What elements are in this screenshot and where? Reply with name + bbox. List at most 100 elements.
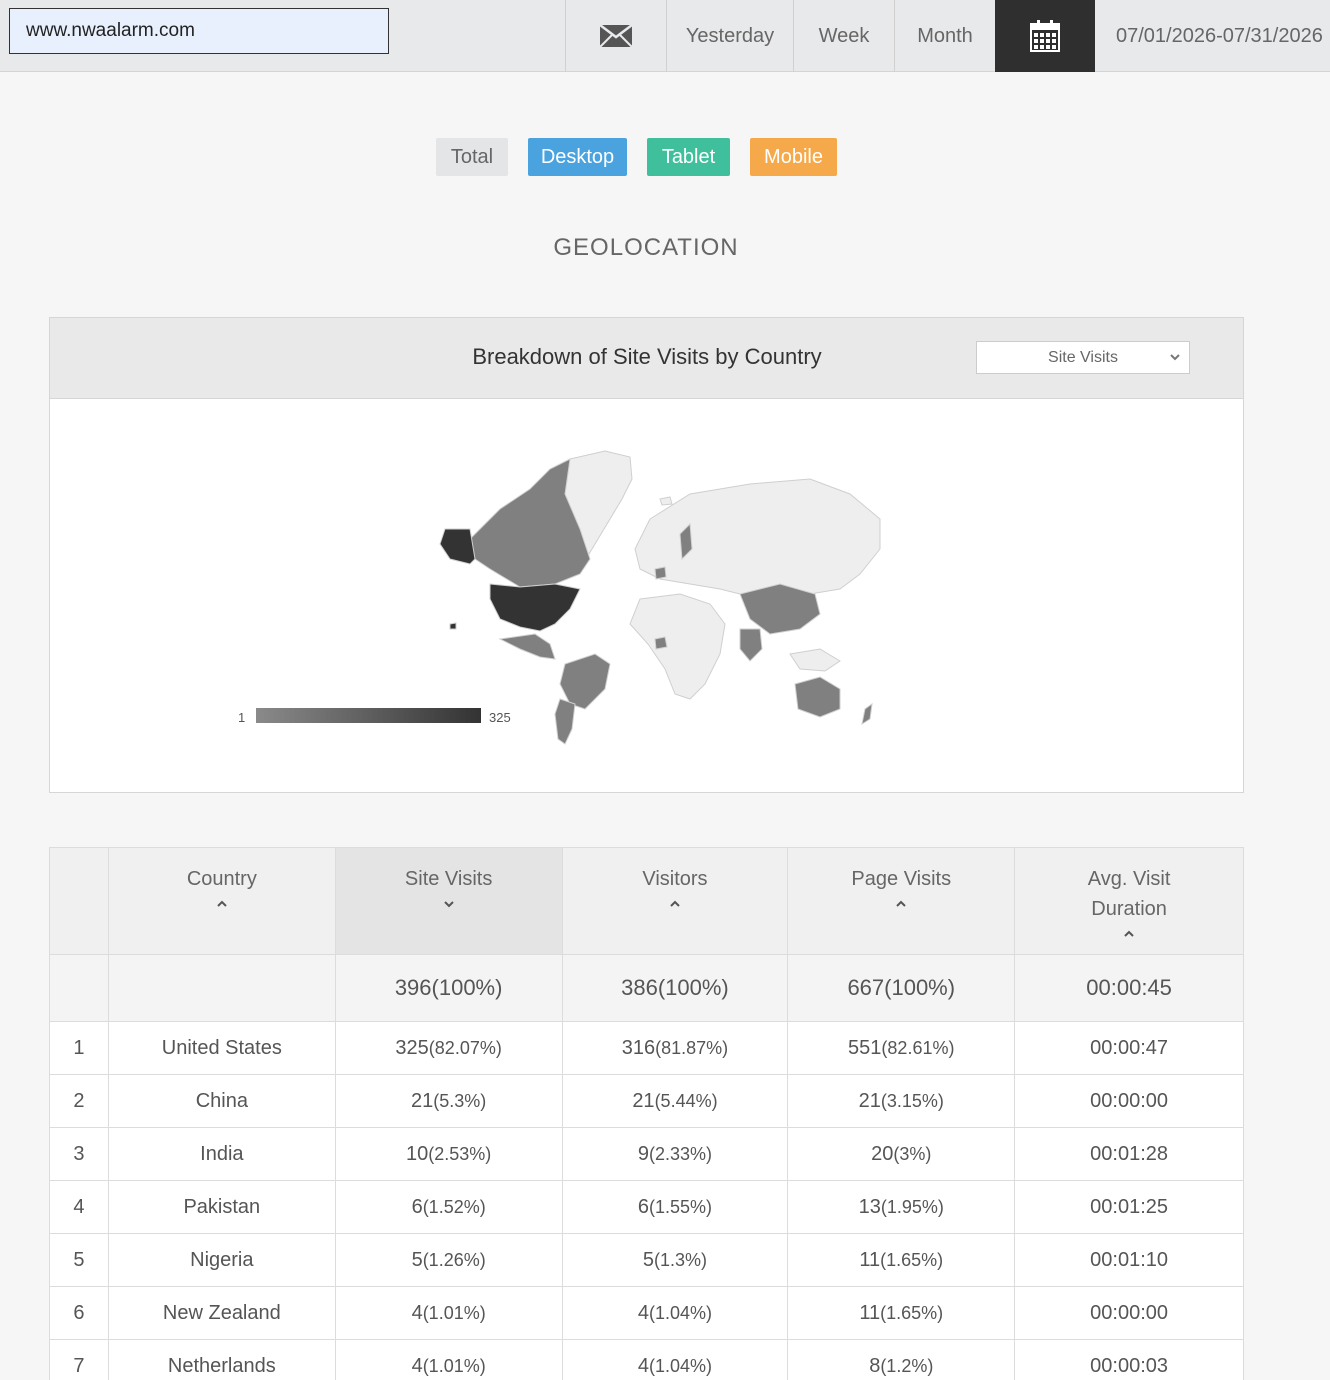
site-visits-cell: 6(1.52%): [334, 1180, 563, 1234]
country-cell: Netherlands: [107, 1339, 336, 1380]
country-header-label: Country: [186, 868, 257, 890]
percent: (1.01%): [422, 1302, 486, 1323]
visitors-cell: 4(1.04%): [561, 1339, 789, 1380]
sort-up-icon: [563, 894, 788, 912]
totals-avg-duration: 00:00:45: [1014, 954, 1244, 1022]
legend-color-scale: [256, 708, 481, 723]
date-picker-button[interactable]: [995, 0, 1095, 72]
percent: (3%): [893, 1143, 932, 1164]
map-nigeria: [654, 636, 668, 650]
percent: (81.87%): [655, 1037, 729, 1058]
sort-up-icon: [788, 894, 1014, 912]
chevron-down-icon: [1170, 354, 1180, 361]
totals-visitors: 386(100%): [561, 954, 789, 1022]
rank-cell: 2: [49, 1074, 109, 1128]
week-button[interactable]: Week: [793, 0, 894, 72]
month-button[interactable]: Month: [894, 0, 995, 72]
totals-site-visits: 396(100%): [334, 954, 563, 1022]
percent: (1.3%): [654, 1249, 708, 1270]
value: 21: [411, 1089, 434, 1112]
site-visits-cell: 21(5.3%): [334, 1074, 563, 1128]
table-row: 6 New Zealand 4(1.01%) 4(1.04%) 11(1.65%) 00:…: [49, 1286, 1244, 1340]
filter-mobile-button[interactable]: Mobile: [750, 138, 837, 176]
date-range-label[interactable]: 07/01/2026-07/31/2026: [1095, 0, 1330, 72]
metric-select[interactable]: Site Visits: [976, 341, 1190, 374]
map-argentina: [554, 698, 576, 745]
filter-total-button[interactable]: Total: [436, 138, 508, 176]
avg-duration-cell: 00:01:10: [1014, 1233, 1244, 1287]
avg-duration-cell: 00:00:47: [1014, 1021, 1244, 1075]
avg-duration-header-line2: Duration: [1091, 898, 1167, 920]
visitors-cell: 9(2.33%): [561, 1127, 789, 1181]
email-report-button[interactable]: [565, 0, 666, 72]
map-alaska: [439, 528, 476, 565]
page-visits-cell: 8(1.2%): [787, 1339, 1016, 1380]
page-visits-header[interactable]: Page Visits: [787, 847, 1016, 955]
world-map[interactable]: 1 325: [50, 399, 1243, 792]
legend-max-label: 325: [489, 710, 511, 725]
avg-duration-cell: 00:00:00: [1014, 1286, 1244, 1340]
yesterday-button[interactable]: Yesterday: [666, 0, 793, 72]
percent: (1.04%): [649, 1302, 713, 1323]
table-row: 2 China 21(5.3%) 21(5.44%) 21(3.15%) 00:00:00: [49, 1074, 1244, 1128]
site-visits-cell: 4(1.01%): [334, 1286, 563, 1340]
country-header[interactable]: Country: [107, 847, 336, 955]
percent: (5.44%): [654, 1090, 718, 1111]
percent: (2.33%): [649, 1143, 713, 1164]
page-visits-cell: 11(1.65%): [787, 1286, 1016, 1340]
percent: (3.15%): [880, 1090, 944, 1111]
avg-duration-cell: 00:00:03: [1014, 1339, 1244, 1380]
map-new-zealand: [861, 702, 873, 726]
percent: (1.04%): [649, 1355, 713, 1376]
country-cell: India: [107, 1127, 336, 1181]
map-united-states: [489, 583, 581, 632]
value: 5: [642, 1248, 654, 1271]
value: 21: [632, 1089, 655, 1112]
country-table: Country Site Visits Visitors Page Visits…: [49, 847, 1244, 1380]
map-brazil: [559, 653, 611, 710]
geo-map-panel: Breakdown of Site Visits by Country Site…: [49, 317, 1244, 793]
site-visits-cell: 325(82.07%): [334, 1021, 563, 1075]
percent: (1.52%): [422, 1196, 486, 1217]
map-eurasia: [634, 478, 881, 605]
value: 4: [411, 1354, 423, 1377]
section-title: GEOLOCATION: [553, 234, 739, 261]
site-visits-header[interactable]: Site Visits: [334, 847, 563, 955]
site-url-input[interactable]: [9, 8, 389, 54]
map-se-asia: [789, 648, 841, 672]
value: 4: [637, 1301, 649, 1324]
map-iceland: [659, 496, 673, 506]
visitors-cell: 316(81.87%): [561, 1021, 789, 1075]
value: 325: [395, 1036, 429, 1059]
percent: (1.55%): [649, 1196, 713, 1217]
legend-min-label: 1: [238, 710, 246, 725]
rank-cell: 6: [49, 1286, 109, 1340]
sort-down-icon: [336, 894, 562, 912]
filter-tablet-button[interactable]: Tablet: [647, 138, 730, 176]
page-visits-cell: 20(3%): [787, 1127, 1016, 1181]
value: 316: [621, 1036, 656, 1059]
avg-duration-header[interactable]: Avg. Visit Duration: [1014, 847, 1244, 955]
percent: (2.53%): [428, 1143, 492, 1164]
visitors-cell: 21(5.44%): [561, 1074, 789, 1128]
top-toolbar: Yesterday Week Month 07/01/2026-07/31/20…: [0, 0, 1330, 72]
country-cell: Pakistan: [107, 1180, 336, 1234]
percent: (1.01%): [422, 1355, 486, 1376]
rank-cell: 4: [49, 1180, 109, 1234]
percent: (82.61%): [881, 1037, 955, 1058]
value: 9: [637, 1142, 649, 1165]
map-africa: [629, 593, 726, 700]
country-cell: China: [107, 1074, 336, 1128]
rank-cell: 7: [49, 1339, 109, 1380]
totals-row: 396(100%) 386(100%) 667(100%) 00:00:45: [49, 954, 1244, 1022]
value: 6: [411, 1195, 423, 1218]
visitors-header-label: Visitors: [642, 868, 708, 890]
value: 5: [411, 1248, 423, 1271]
percent: (1.2%): [880, 1355, 934, 1376]
visitors-cell: 5(1.3%): [561, 1233, 789, 1287]
visitors-header[interactable]: Visitors: [561, 847, 789, 955]
visitors-cell: 6(1.55%): [561, 1180, 789, 1234]
filter-desktop-button[interactable]: Desktop: [528, 138, 627, 176]
visitors-cell: 4(1.04%): [561, 1286, 789, 1340]
country-cell: New Zealand: [107, 1286, 336, 1340]
